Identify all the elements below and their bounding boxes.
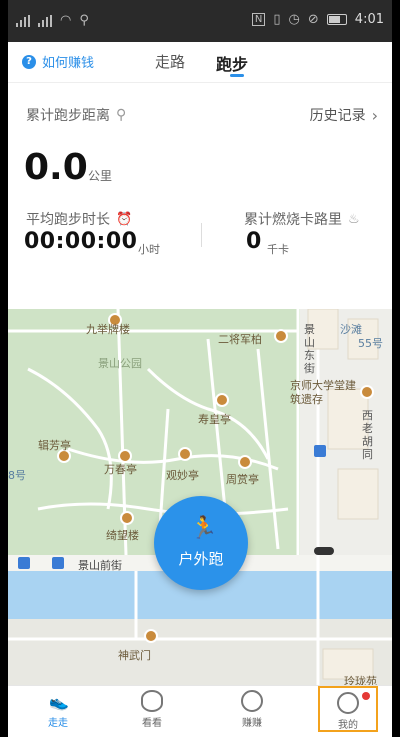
nfc-icon: N — [251, 13, 266, 26]
avg-time-label: 平均跑步时长 — [26, 212, 110, 228]
battery-icon — [326, 14, 347, 25]
vibrate-icon: ▯ — [273, 12, 281, 27]
poi-label: 辑芳亭 — [38, 439, 71, 452]
stats-separator — [201, 223, 202, 247]
poi-marker[interactable] — [360, 385, 374, 399]
poi-marker[interactable] — [120, 511, 134, 525]
poi-marker[interactable] — [215, 393, 229, 407]
nav-earn-label: 赚赚 — [242, 718, 262, 729]
app-screen: ◠ ⚲ N ▯ ◷ ⊘ 4:01 ? 如何赚钱 走路 跑步 累计跑步距离 ⚲ 历… — [8, 0, 392, 737]
bus-stop-icon[interactable] — [18, 557, 30, 569]
poi-label: 景山公园 — [98, 357, 142, 370]
traffic-light-icon — [314, 547, 334, 555]
nav-watch[interactable]: 看看 — [122, 690, 182, 729]
calories-unit: 千卡 — [267, 243, 289, 256]
help-link[interactable]: ? 如何赚钱 — [22, 52, 94, 71]
total-distance-label: 累计跑步距离 — [26, 108, 110, 124]
bus-stop-icon[interactable] — [314, 445, 326, 457]
runner-icon: 🏃 — [190, 516, 218, 541]
tab-run[interactable]: 跑步 — [216, 51, 248, 75]
bus-stop-icon[interactable] — [52, 557, 64, 569]
street-label: 景山前街 — [78, 559, 122, 572]
profile-icon — [337, 692, 359, 714]
history-link[interactable]: 历史记录 › — [310, 105, 378, 125]
signal-icon — [16, 14, 30, 27]
bottom-nav: 👟 走走 看看 赚赚 我的 — [8, 685, 392, 737]
poi-label: 九举牌楼 — [86, 323, 130, 336]
run-notify-icon: ⚲ — [79, 13, 89, 28]
mute-icon: ⊘ — [307, 12, 319, 27]
calories-label: 累计燃烧卡路里 — [244, 212, 342, 228]
poi-marker[interactable] — [178, 447, 192, 461]
top-bar: ? 如何赚钱 走路 跑步 — [8, 42, 392, 82]
nav-me[interactable]: 我的 — [318, 686, 378, 732]
wifi-icon: ◠ — [60, 13, 72, 28]
alarm-clock-icon: ⏰ — [116, 211, 133, 227]
poi-label: 神武门 — [118, 649, 151, 662]
run-button-label: 户外跑 — [178, 550, 224, 568]
poi-label: 京师大学堂建筑遗存 — [290, 379, 356, 406]
calories-value: 0 — [246, 229, 262, 254]
signal-icon-2 — [38, 14, 52, 27]
poi-label: 二将军柏 — [218, 333, 262, 346]
chevron-right-icon: › — [371, 105, 378, 125]
outdoor-run-button[interactable]: 🏃 户外跑 — [154, 496, 248, 590]
avg-time-label-group: 平均跑步时长 ⏰ — [26, 209, 132, 229]
notification-badge — [362, 692, 370, 700]
help-label: 如何赚钱 — [42, 56, 95, 71]
eye-icon — [141, 690, 163, 712]
alarm-icon: ◷ — [288, 12, 300, 27]
poi-label: 寿皇亭 — [198, 413, 231, 426]
status-bar: ◠ ⚲ N ▯ ◷ ⊘ 4:01 — [8, 0, 392, 42]
nav-earn[interactable]: 赚赚 — [222, 690, 282, 729]
avg-time-unit: 小时 — [138, 243, 160, 256]
distance-value: 0.0 — [24, 147, 88, 188]
poi-label: 55号 — [358, 337, 383, 350]
active-tab-indicator — [230, 74, 244, 77]
street-label: 8号 — [8, 469, 26, 482]
distance-unit: 公里 — [88, 169, 113, 183]
tab-walk[interactable]: 走路 — [155, 51, 185, 72]
poi-label: 万春亭 — [104, 463, 137, 476]
nav-walk-label: 走走 — [48, 718, 68, 729]
street-label-vertical: 景山东街 — [304, 323, 315, 375]
location-pin-icon: ⚲ — [116, 107, 127, 123]
question-icon: ? — [22, 54, 36, 69]
status-right: N ▯ ◷ ⊘ 4:01 — [251, 12, 384, 27]
status-left: ◠ ⚲ — [16, 13, 89, 28]
stats-panel: 累计跑步距离 ⚲ 历史记录 › 0.0 公里 平均跑步时长 ⏰ 00:00:00… — [8, 83, 392, 309]
flame-icon: ♨ — [348, 211, 360, 227]
status-time: 4:01 — [354, 12, 384, 27]
poi-marker[interactable] — [238, 455, 252, 469]
poi-label: 观妙亭 — [166, 469, 199, 482]
nav-watch-label: 看看 — [142, 718, 162, 729]
avg-time-value: 00:00:00 — [24, 229, 138, 254]
poi-label: 绮望楼 — [106, 529, 139, 542]
poi-label: 玲珑苑 — [344, 675, 377, 685]
nav-me-label: 我的 — [338, 720, 358, 731]
poi-marker[interactable] — [144, 629, 158, 643]
coin-icon — [241, 690, 263, 712]
nav-walk[interactable]: 👟 走走 — [28, 690, 88, 729]
poi-marker[interactable] — [274, 329, 288, 343]
map-view[interactable]: 九举牌楼 二将军柏 景山公园 寿皇亭 辑芳亭 万春亭 观妙亭 周赏亭 绮望楼 神… — [8, 309, 392, 685]
poi-label: 周赏亭 — [226, 473, 259, 486]
total-distance-label-group: 累计跑步距离 ⚲ — [26, 105, 126, 125]
history-label: 历史记录 — [309, 108, 366, 124]
shoe-icon: 👟 — [49, 692, 69, 711]
calories-label-group: 累计燃烧卡路里 ♨ — [244, 209, 360, 229]
street-label-vertical: 西老胡同 — [362, 409, 373, 461]
